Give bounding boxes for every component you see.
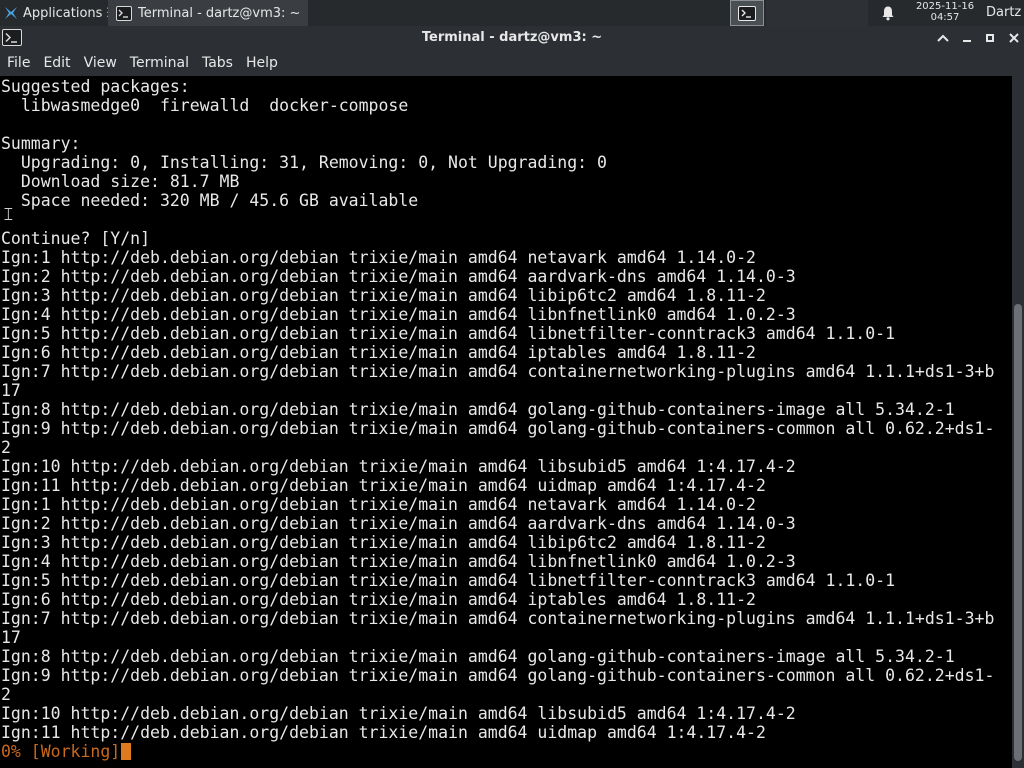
terminal-line: libwasmedge0 firewalld docker-compose: [1, 96, 409, 115]
terminal-icon: [738, 6, 756, 21]
close-icon: [1009, 33, 1019, 43]
terminal-line: Ign:3 http://deb.debian.org/debian trixi…: [1, 533, 766, 552]
workspace-3-button[interactable]: [800, 0, 834, 26]
terminal-line: 17: [1, 628, 21, 647]
bell-icon[interactable]: [880, 5, 896, 21]
progress-text: 0% [Working]: [1, 742, 121, 761]
workspace-1-button[interactable]: [730, 0, 764, 26]
terminal-output: Suggested packages: libwasmedge0 firewal…: [1, 77, 994, 761]
terminal-line: Suggested packages:: [1, 77, 190, 96]
top-panel: Applications ☰ Terminal - dartz@vm3: ~ 2…: [0, 0, 1024, 26]
taskbar-terminal-button[interactable]: Terminal - dartz@vm3: ~: [108, 0, 308, 26]
progress-line: 0% [Working]: [1, 742, 994, 761]
terminal-line: Ign:10 http://deb.debian.org/debian trix…: [1, 704, 796, 723]
terminal-line: Ign:2 http://deb.debian.org/debian trixi…: [1, 267, 796, 286]
terminal-icon: [116, 5, 132, 21]
terminal-line: Ign:1 http://deb.debian.org/debian trixi…: [1, 495, 756, 514]
terminal-line: Ign:5 http://deb.debian.org/debian trixi…: [1, 324, 896, 343]
clock-date: 2025-11-16: [915, 1, 975, 12]
terminal-line: Ign:8 http://deb.debian.org/debian trixi…: [1, 647, 955, 666]
terminal-line: Ign:7 http://deb.debian.org/debian trixi…: [1, 362, 995, 381]
terminal-line: Continue? [Y/n]: [1, 229, 151, 248]
terminal-line: Ign:9 http://deb.debian.org/debian trixi…: [1, 419, 995, 438]
clock[interactable]: 2025-11-16 04:57: [908, 1, 982, 23]
terminal-line: Ign:4 http://deb.debian.org/debian trixi…: [1, 552, 796, 571]
terminal-cursor: [121, 743, 132, 760]
menu-help[interactable]: Help: [239, 50, 284, 76]
maximize-button[interactable]: [981, 29, 999, 47]
user-menu[interactable]: Dartz: [986, 0, 1021, 26]
terminal-line: Ign:8 http://deb.debian.org/debian trixi…: [1, 400, 955, 419]
menu-tabs[interactable]: Tabs: [195, 50, 239, 76]
chevron-up-icon: [937, 34, 949, 42]
terminal-line: Ign:2 http://deb.debian.org/debian trixi…: [1, 514, 796, 533]
terminal-line: Ign:3 http://deb.debian.org/debian trixi…: [1, 286, 766, 305]
terminal-scrollbar[interactable]: [1012, 76, 1024, 768]
terminal-line: Ign:4 http://deb.debian.org/debian trixi…: [1, 305, 796, 324]
terminal-line: Download size: 81.7 MB: [1, 172, 240, 191]
text-cursor-icon: 𝙸: [2, 204, 15, 225]
terminal-line: 17: [1, 381, 21, 400]
terminal-line: Ign:5 http://deb.debian.org/debian trixi…: [1, 571, 896, 590]
window-title: Terminal - dartz@vm3: ~: [421, 30, 603, 45]
terminal-line: Summary:: [1, 134, 81, 153]
scrollbar-thumb[interactable]: [1014, 304, 1022, 761]
terminal-view[interactable]: Suggested packages: libwasmedge0 firewal…: [0, 76, 1012, 768]
menu-bar: File Edit View Terminal Tabs Help: [0, 50, 1024, 76]
menu-view[interactable]: View: [77, 50, 123, 76]
terminal-line: Ign:11 http://deb.debian.org/debian trix…: [1, 476, 766, 495]
terminal-line: Upgrading: 0, Installing: 31, Removing: …: [1, 153, 607, 172]
maximize-icon: [986, 34, 994, 42]
terminal-line: Ign:9 http://deb.debian.org/debian trixi…: [1, 666, 995, 685]
terminal-line: Ign:6 http://deb.debian.org/debian trixi…: [1, 343, 756, 362]
clock-time: 04:57: [930, 12, 960, 23]
shade-button[interactable]: [934, 29, 952, 47]
close-button[interactable]: [1005, 29, 1023, 47]
workspace-4-button[interactable]: [834, 0, 868, 26]
terminal-line: Ign:10 http://deb.debian.org/debian trix…: [1, 457, 796, 476]
terminal-line: Ign:7 http://deb.debian.org/debian trixi…: [1, 609, 995, 628]
minimize-icon: [963, 40, 971, 42]
terminal-line: Space needed: 320 MB / 45.6 GB available: [1, 191, 419, 210]
terminal-line: Ign:6 http://deb.debian.org/debian trixi…: [1, 590, 756, 609]
terminal-line: Ign:11 http://deb.debian.org/debian trix…: [1, 723, 766, 742]
taskbar-terminal-title: Terminal - dartz@vm3: ~: [138, 5, 301, 21]
minimize-button[interactable]: [958, 29, 976, 47]
window-titlebar[interactable]: Terminal - dartz@vm3: ~: [0, 26, 1024, 50]
applications-menu-icon: [5, 7, 17, 19]
terminal-line: 2: [1, 685, 11, 704]
menu-file[interactable]: File: [0, 50, 36, 76]
terminal-line: Ign:1 http://deb.debian.org/debian trixi…: [1, 248, 756, 267]
terminal-line: 2: [1, 438, 11, 457]
menu-edit[interactable]: Edit: [36, 50, 76, 76]
workspace-2-button[interactable]: [766, 0, 800, 26]
menu-terminal[interactable]: Terminal: [123, 50, 195, 76]
applications-menu-button[interactable]: Applications ☰: [0, 0, 108, 26]
applications-label: Applications: [23, 5, 103, 21]
